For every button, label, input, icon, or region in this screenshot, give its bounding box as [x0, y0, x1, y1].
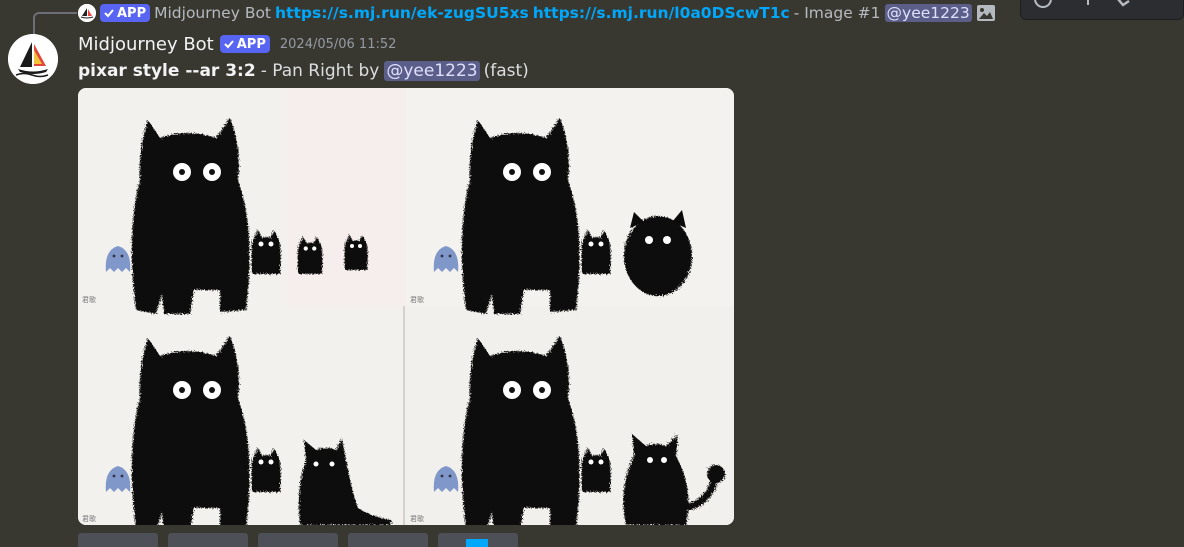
edit-icon[interactable]: [1109, 0, 1133, 17]
image-icon[interactable]: [976, 4, 996, 22]
grid-cell-3: [132, 336, 250, 525]
reply-app-badge: APP: [100, 4, 151, 22]
bot-avatar[interactable]: [8, 34, 58, 84]
reply-preview[interactable]: APP Midjourney Bot https://s.mj.run/ek-z…: [78, 2, 996, 24]
message-toolbar: [1020, 0, 1184, 20]
reply-link-1[interactable]: https://s.mj.run/ek-zugSU5xs: [275, 4, 529, 22]
svg-text:君歌: 君歌: [410, 514, 424, 523]
reply-connector: [33, 12, 77, 36]
reply-image-label: - Image #1: [793, 4, 881, 22]
grid-cell-1: [132, 118, 250, 314]
grid-cell-4: [462, 336, 580, 525]
message-author[interactable]: Midjourney Bot: [78, 34, 214, 55]
action-button-2[interactable]: [168, 533, 248, 547]
svg-text:君歌: 君歌: [410, 295, 424, 304]
reply-mention[interactable]: @yee1223: [884, 4, 972, 22]
speed-label: (fast): [483, 61, 529, 81]
action-button-4[interactable]: [348, 533, 428, 547]
check-icon: [224, 40, 234, 49]
action-button-5[interactable]: [438, 533, 518, 547]
action-text: - Pan Right by: [260, 61, 380, 81]
more-icon[interactable]: [1083, 0, 1093, 17]
grid-cell-2: [462, 118, 580, 314]
prompt-text: pixar style --ar 3:2: [78, 61, 256, 81]
action-button-5-icon: [466, 539, 488, 547]
message-content: pixar style --ar 3:2 - Pan Right by @yee…: [78, 59, 529, 83]
message-header: Midjourney Bot APP 2024/05/06 11:52: [78, 32, 396, 56]
action-button-3[interactable]: [258, 533, 338, 547]
svg-text:君歌: 君歌: [82, 295, 96, 304]
reply-link-2[interactable]: https://s.mj.run/l0a0DScwT1c: [533, 4, 790, 22]
app-badge: APP: [219, 35, 270, 53]
reaction-icon[interactable]: [1033, 0, 1053, 17]
svg-text:君歌: 君歌: [82, 514, 96, 523]
user-mention[interactable]: @yee1223: [384, 61, 480, 81]
check-icon: [104, 9, 114, 18]
action-button-1[interactable]: [78, 533, 158, 547]
generated-image-grid[interactable]: 君歌 君歌 君歌 君歌: [78, 88, 734, 525]
message-timestamp[interactable]: 2024/05/06 11:52: [280, 37, 397, 52]
reply-author[interactable]: Midjourney Bot: [154, 4, 271, 22]
reply-avatar[interactable]: [78, 4, 96, 22]
